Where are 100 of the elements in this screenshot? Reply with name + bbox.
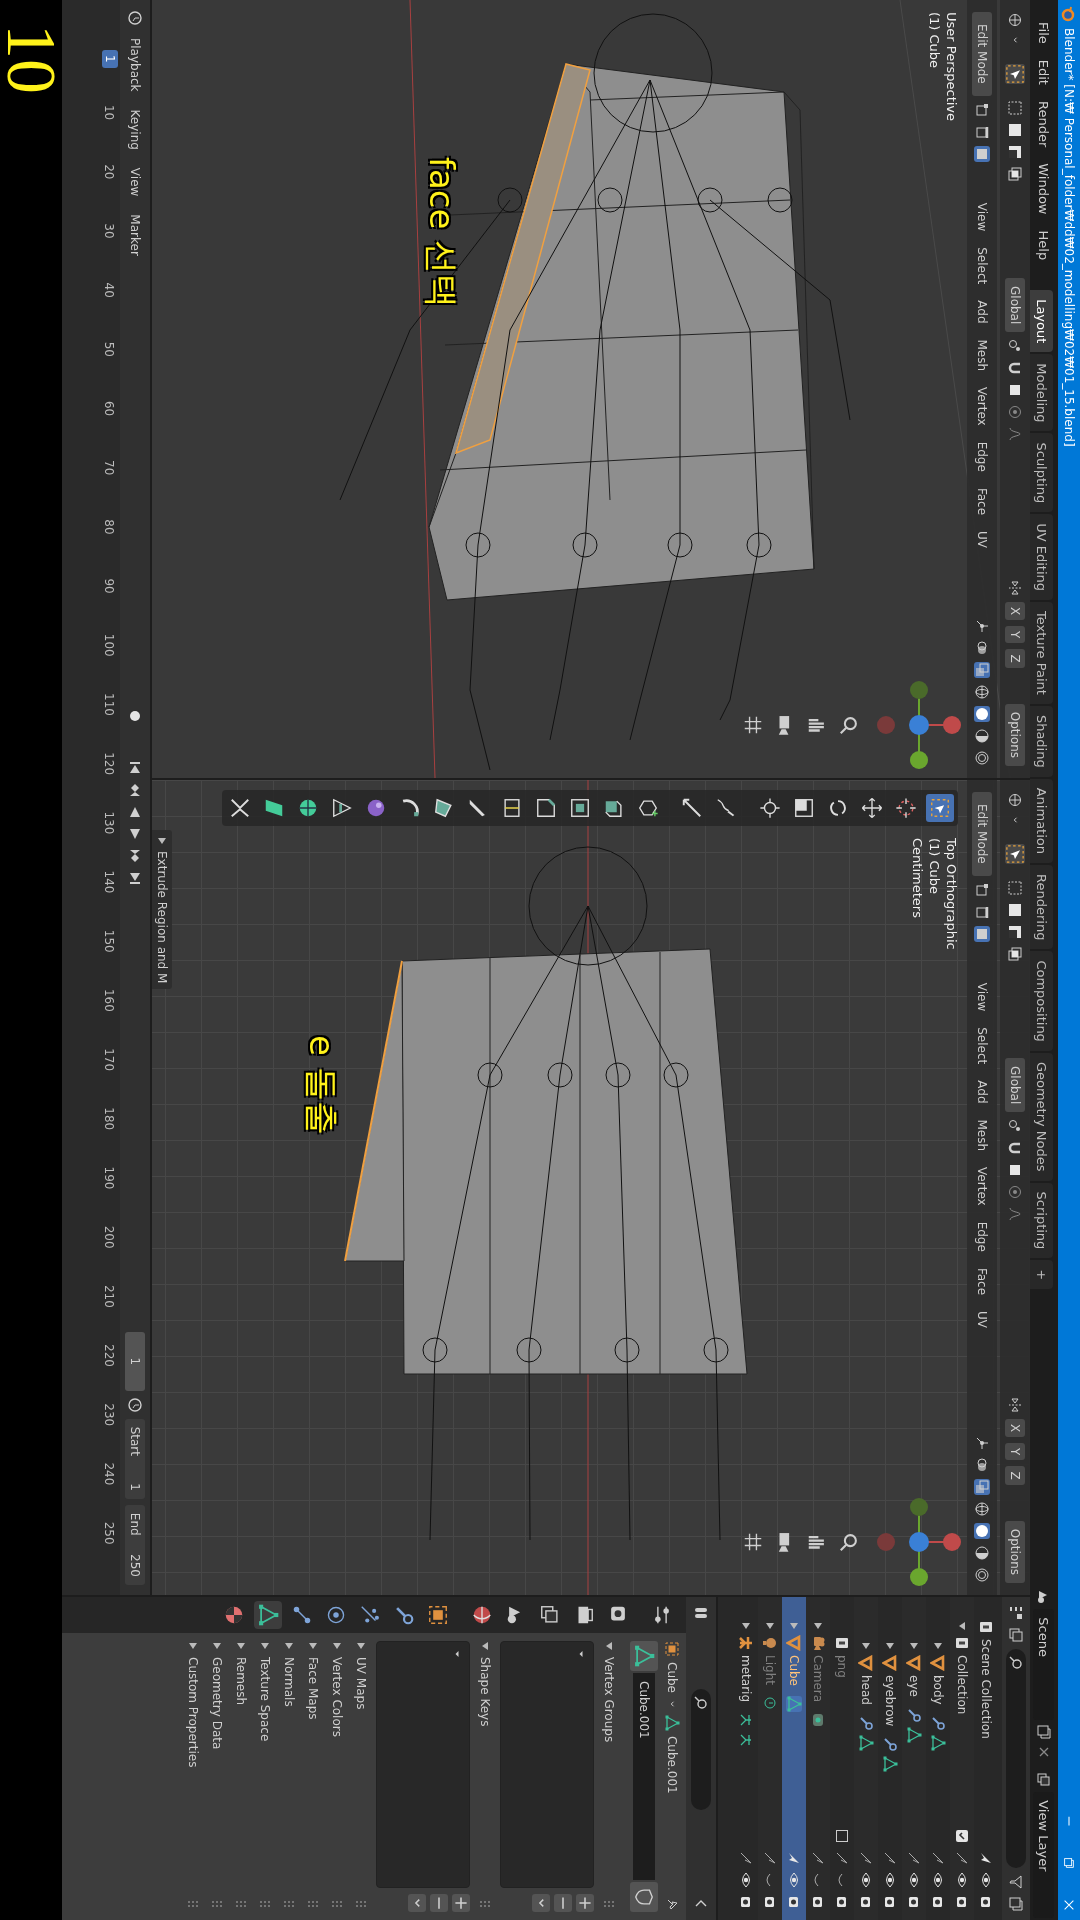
close-icon[interactable] <box>1062 1898 1076 1912</box>
skip-start-icon[interactable] <box>127 759 143 776</box>
expand-arrow-icon[interactable] <box>604 1641 614 1651</box>
panel-header[interactable]: UV Maps <box>352 1641 370 1912</box>
mesh-name-field[interactable]: Cube.001 <box>633 1673 655 1880</box>
expand-arrow-icon[interactable] <box>885 1641 895 1651</box>
checkbox[interactable] <box>954 1828 970 1844</box>
ring-sphere-icon[interactable] <box>974 1567 990 1583</box>
workspace-tab[interactable]: Rendering <box>1030 865 1053 950</box>
pointer-icon[interactable] <box>858 1850 874 1866</box>
wire-sphere-icon[interactable] <box>974 684 990 700</box>
expand-arrow-icon[interactable] <box>236 1641 246 1651</box>
bulb-data-icon[interactable] <box>762 1694 778 1711</box>
expand-arrow-icon[interactable] <box>957 1621 967 1631</box>
wrench-icon[interactable] <box>930 1714 946 1731</box>
axes-sphere-icon[interactable] <box>1007 792 1023 808</box>
axis-toggle[interactable]: X <box>1005 1418 1025 1438</box>
square-icon[interactable] <box>1007 902 1023 918</box>
axis-gizmo-icon[interactable] <box>874 1497 964 1587</box>
triangle-vertices-icon[interactable] <box>882 1756 898 1773</box>
pointer-box-icon[interactable] <box>1005 64 1025 84</box>
minus-icon[interactable] <box>430 1894 448 1912</box>
ring-sphere-icon[interactable] <box>974 750 990 766</box>
wire-sphere-icon[interactable] <box>974 1501 990 1517</box>
panel-header[interactable]: Shape Keys <box>476 1641 494 1912</box>
menu-item[interactable]: Mesh <box>975 1114 989 1157</box>
outliner-item[interactable]: eyebrow <box>883 1675 897 1727</box>
grid-icon[interactable] <box>742 1531 764 1553</box>
vertex-mode-icon[interactable] <box>974 881 990 898</box>
half-sphere-icon[interactable] <box>974 1545 990 1561</box>
target-icon[interactable] <box>1007 1184 1023 1201</box>
expand-arrow-icon[interactable] <box>356 1641 366 1651</box>
overlay-icon[interactable] <box>974 640 990 656</box>
menu-item[interactable]: Mesh <box>975 334 989 377</box>
curve-icon[interactable] <box>1007 426 1023 443</box>
squares-icon[interactable] <box>1007 144 1023 160</box>
overlap-squares-icon[interactable] <box>1007 946 1023 962</box>
face-mode-icon[interactable] <box>974 925 990 942</box>
menu-item[interactable]: File <box>1036 14 1052 52</box>
expand-arrow-icon[interactable] <box>188 1641 198 1651</box>
expand-arrow-icon[interactable] <box>332 1641 342 1651</box>
outliner-item[interactable]: Light <box>763 1655 777 1685</box>
panel-header[interactable]: Face Maps <box>304 1641 322 1912</box>
wrench-icon[interactable] <box>882 1736 898 1753</box>
axis-toggle[interactable]: Y <box>1005 1443 1025 1461</box>
triangle-vertices-icon[interactable] <box>906 1726 922 1743</box>
menu-item[interactable]: Window <box>1036 155 1052 223</box>
plus-icon[interactable] <box>452 1894 470 1912</box>
stacked-images-icon[interactable] <box>1008 1627 1024 1643</box>
mirror-icon[interactable] <box>1007 579 1023 596</box>
expand-arrow-icon[interactable] <box>308 1641 318 1651</box>
menu-item[interactable]: View <box>975 197 989 237</box>
workspace-tab[interactable]: Modeling <box>1030 354 1053 432</box>
menu-item[interactable]: UV <box>975 526 989 553</box>
axis-toggle[interactable]: Y <box>1005 626 1025 644</box>
mirror-icon[interactable] <box>1007 1396 1023 1413</box>
outliner-item[interactable]: Camera <box>811 1655 825 1703</box>
current-frame-marker[interactable]: 1 <box>102 50 118 68</box>
pointer-icon[interactable] <box>978 1850 994 1866</box>
outliner-item[interactable]: png <box>835 1655 849 1678</box>
list-icon[interactable] <box>1008 1605 1024 1621</box>
expand-arrow-icon[interactable] <box>480 1641 490 1651</box>
workspace-tab[interactable]: Sculpting <box>1030 433 1053 513</box>
menu-item[interactable]: Face <box>975 482 989 520</box>
current-frame-field[interactable]: 1 <box>125 1331 145 1391</box>
solid-sphere-icon[interactable] <box>974 706 990 722</box>
workspace-tab[interactable]: + <box>1030 1260 1053 1290</box>
expand-arrow-icon[interactable] <box>789 1621 799 1631</box>
wrench-icon[interactable] <box>858 1714 874 1731</box>
zoom-icon[interactable] <box>838 714 860 736</box>
workspace-tab[interactable]: Geometry Nodes <box>1030 1052 1053 1181</box>
pointer-icon[interactable] <box>954 1850 970 1866</box>
outliner-item[interactable]: eye <box>907 1675 921 1697</box>
workspace-tab[interactable]: Shading <box>1030 705 1053 777</box>
timeline-menu[interactable]: View <box>128 161 142 203</box>
menu-item[interactable]: Select <box>975 1022 989 1070</box>
menu-item[interactable]: Edge <box>975 436 989 477</box>
viewport[interactable]: Global X Y Z Options Edit Mode View Select Add Mesh Vertex Edge Face UV Top Orthographic (1) Cube Centimeters e 돌출 Extrude Region and M <box>152 780 1030 1595</box>
stopwatch-icon[interactable] <box>127 1396 143 1413</box>
curve-icon[interactable] <box>1007 1206 1023 1223</box>
shield-icon[interactable] <box>630 1882 658 1912</box>
solid-sphere-icon[interactable] <box>974 1523 990 1539</box>
outliner-item[interactable]: metarig <box>739 1655 753 1702</box>
outliner-item[interactable]: Scene Collection <box>979 1639 993 1739</box>
panel-header[interactable]: Vertex Groups <box>600 1641 618 1912</box>
triangle-vertices-icon[interactable] <box>858 1734 874 1751</box>
pointer-icon[interactable] <box>882 1850 898 1866</box>
copy-icon[interactable] <box>1036 1724 1052 1741</box>
pointer-box-icon[interactable] <box>926 794 954 822</box>
workspace-tab[interactable]: Animation <box>1030 778 1053 863</box>
timeline-menu[interactable]: Playback <box>128 32 142 98</box>
options-dropdown[interactable]: Options <box>1005 1520 1025 1583</box>
expand-arrow-icon[interactable] <box>260 1641 270 1651</box>
scene-selector[interactable]: Scene <box>1033 1589 1055 1761</box>
pointer-icon[interactable] <box>930 1850 946 1866</box>
pointer-box-icon[interactable] <box>1005 844 1025 864</box>
expand-arrow-icon[interactable] <box>933 1641 943 1651</box>
menu-item[interactable]: Add <box>975 1075 989 1109</box>
search-field[interactable] <box>691 1689 711 1810</box>
vertex-mode-icon[interactable] <box>974 101 990 118</box>
